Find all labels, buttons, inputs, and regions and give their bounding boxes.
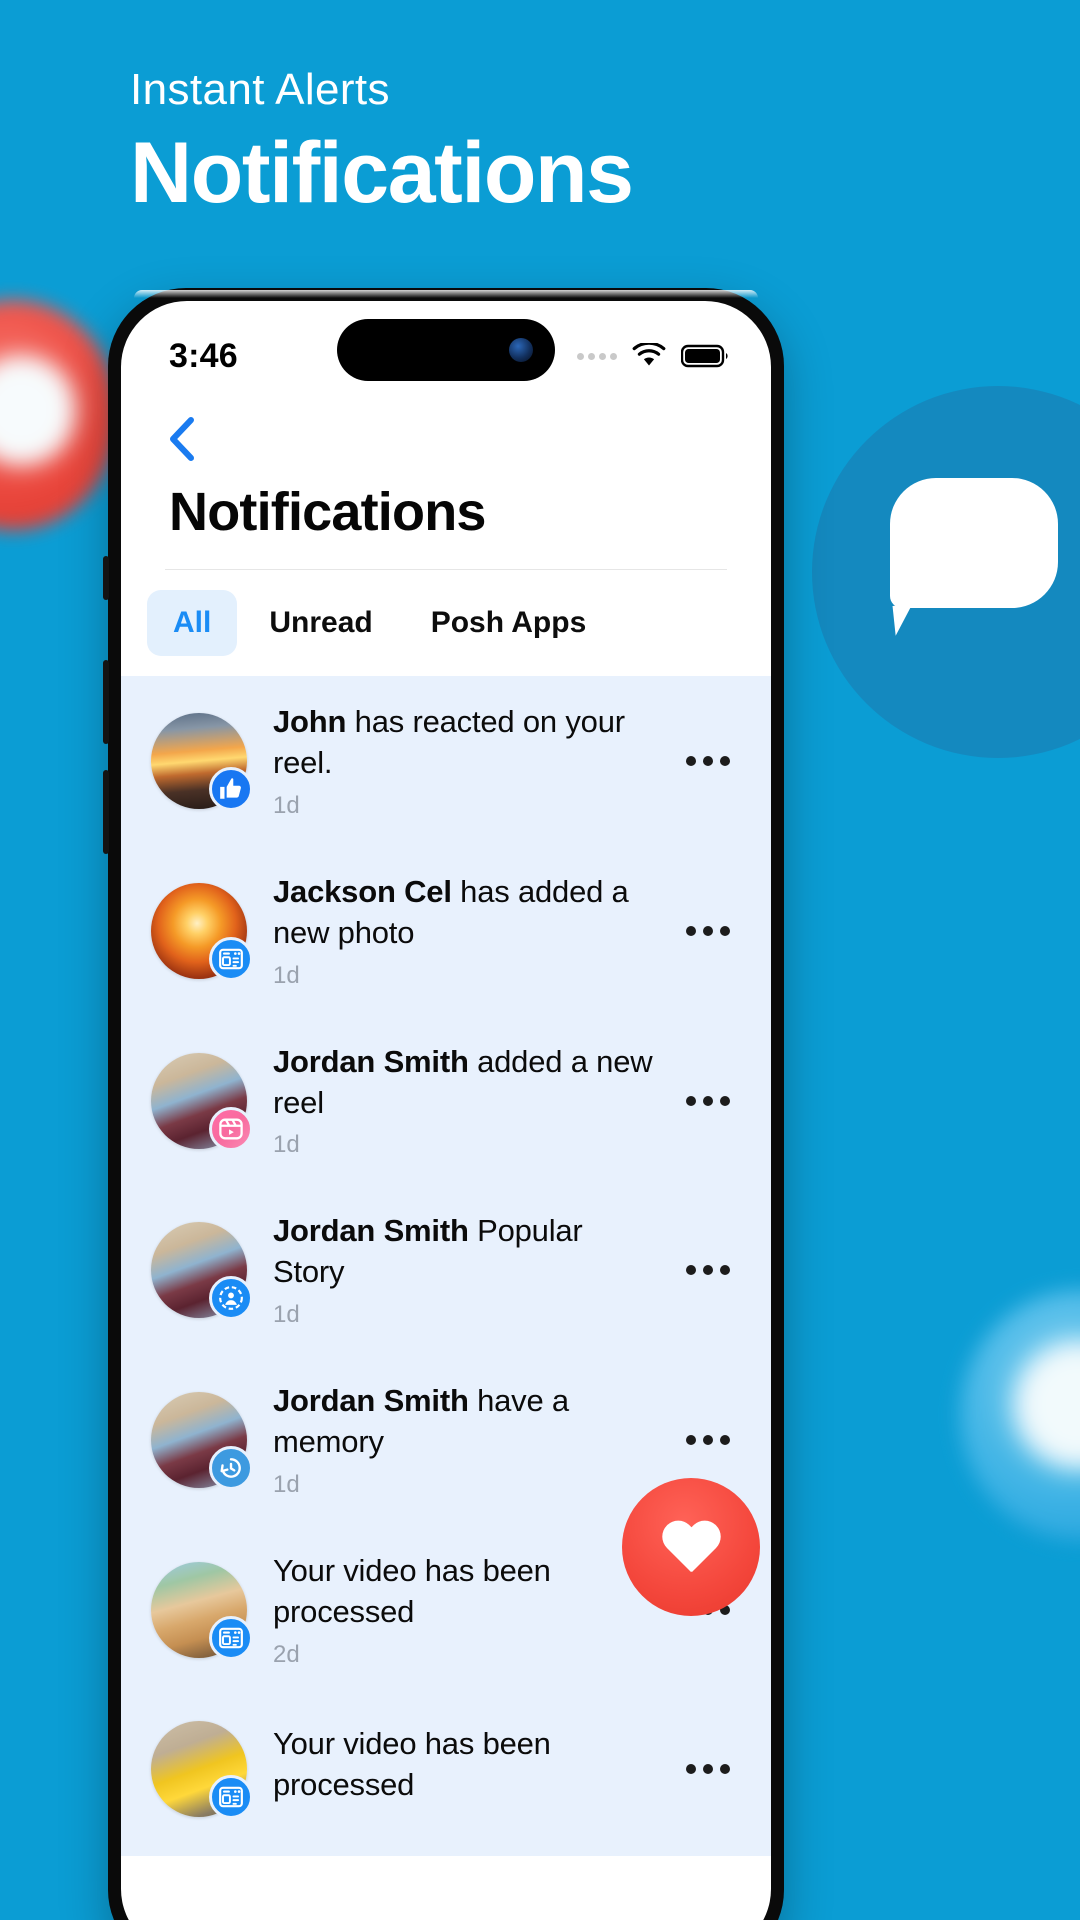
status-indicators bbox=[577, 343, 729, 369]
notification-text: Jackson Cel has added a new photo bbox=[273, 872, 653, 954]
cellular-signal-icon bbox=[577, 352, 617, 360]
tab-posh-apps[interactable]: Posh Apps bbox=[405, 590, 613, 656]
page-icon bbox=[209, 1774, 253, 1819]
more-horizontal-icon[interactable] bbox=[679, 1763, 741, 1774]
phone-volume-up-button[interactable] bbox=[103, 660, 109, 744]
notification-text: Your video has been processed bbox=[273, 1551, 653, 1633]
thumbs-up-icon bbox=[209, 766, 253, 811]
promo-kicker: Instant Alerts bbox=[130, 65, 390, 114]
reels-icon bbox=[209, 1106, 253, 1151]
status-bar: 3:46 bbox=[121, 301, 771, 393]
avatar[interactable] bbox=[151, 882, 253, 981]
notification-actor: Jackson Cel bbox=[273, 873, 452, 909]
avatar[interactable] bbox=[151, 1392, 253, 1491]
notification-actor: John bbox=[273, 704, 347, 739]
notification-action: Your video has been processed bbox=[273, 1553, 551, 1629]
battery-full-icon bbox=[681, 344, 728, 368]
memory-clock-icon bbox=[209, 1446, 253, 1491]
notification-actor: Jordan Smith bbox=[273, 1213, 469, 1249]
page-title: Notifications bbox=[169, 482, 486, 542]
promo-headline: Instant Alerts Notifications bbox=[130, 65, 634, 222]
notification-list[interactable]: John has reacted on your reel. 1d Jackson … bbox=[121, 676, 771, 1856]
like-reaction-blob bbox=[0, 300, 118, 530]
tab-all[interactable]: All bbox=[147, 590, 238, 656]
status-time: 3:46 bbox=[169, 336, 238, 375]
notification-body: Jordan Smith added a new reel 1d bbox=[273, 1042, 653, 1160]
story-avatar-icon bbox=[209, 1276, 253, 1321]
phone-mockup: 3:46 Notifications All Unread Posh Apps … bbox=[103, 288, 784, 1920]
notification-timestamp: 2d bbox=[273, 1640, 300, 1668]
notification-body: Your video has been processed 2d bbox=[273, 1551, 653, 1669]
notification-body: Jordan Smith have a memory 1d bbox=[273, 1381, 653, 1499]
notification-filter-tabs: All Unread Posh Apps bbox=[121, 570, 771, 676]
chevron-left-icon bbox=[170, 417, 194, 461]
chat-bubble-shape bbox=[890, 478, 1058, 608]
more-horizontal-icon[interactable] bbox=[679, 1095, 741, 1106]
avatar[interactable] bbox=[151, 1720, 253, 1819]
phone-silent-switch[interactable] bbox=[103, 556, 109, 600]
notification-text: Jordan Smith Popular Story bbox=[273, 1211, 653, 1293]
promo-title: Notifications bbox=[130, 125, 634, 222]
avatar[interactable] bbox=[151, 1222, 253, 1321]
back-button[interactable] bbox=[165, 415, 205, 461]
notification-timestamp: 1d bbox=[273, 961, 300, 989]
notification-timestamp: 1d bbox=[273, 791, 300, 819]
tab-unread[interactable]: Unread bbox=[243, 590, 398, 656]
notification-action: Your video has been processed bbox=[273, 1725, 551, 1802]
notification-actor: Jordan Smith bbox=[273, 1043, 469, 1079]
notification-row[interactable]: John has reacted on your reel. 1d bbox=[121, 676, 771, 846]
phone-volume-down-button[interactable] bbox=[103, 770, 109, 854]
more-horizontal-icon[interactable] bbox=[679, 1435, 741, 1446]
page-icon bbox=[209, 1615, 253, 1660]
avatar[interactable] bbox=[151, 1561, 253, 1660]
avatar[interactable] bbox=[151, 1052, 253, 1151]
chat-bubble-icon bbox=[812, 386, 1080, 758]
more-horizontal-icon[interactable] bbox=[679, 1265, 741, 1276]
notification-text: Your video has been processed bbox=[273, 1724, 653, 1806]
notification-text: John has reacted on your reel. bbox=[273, 702, 653, 784]
heart-shape bbox=[660, 1522, 722, 1578]
notification-row[interactable]: Jackson Cel has added a new photo 1d bbox=[121, 846, 771, 1016]
notification-body: Jordan Smith Popular Story 1d bbox=[273, 1211, 653, 1329]
notification-body: Jackson Cel has added a new photo 1d bbox=[273, 872, 653, 990]
notification-timestamp: 1d bbox=[273, 1471, 300, 1499]
notification-body: John has reacted on your reel. 1d bbox=[273, 702, 653, 820]
navigation-header: Notifications bbox=[121, 393, 771, 570]
more-horizontal-icon[interactable] bbox=[679, 755, 741, 766]
notification-actor: Jordan Smith bbox=[273, 1383, 469, 1419]
notification-timestamp: 1d bbox=[273, 1301, 300, 1329]
heart-reaction-icon bbox=[622, 1478, 760, 1616]
wifi-icon bbox=[632, 343, 666, 366]
avatar[interactable] bbox=[151, 712, 253, 811]
notification-row[interactable]: Jordan Smith Popular Story 1d bbox=[121, 1185, 771, 1355]
notification-text: Jordan Smith added a new reel bbox=[273, 1042, 653, 1124]
page-icon bbox=[209, 936, 253, 981]
front-camera-icon bbox=[509, 338, 533, 362]
notification-text: Jordan Smith have a memory bbox=[273, 1381, 653, 1463]
notification-row[interactable]: Your video has been processed bbox=[121, 1695, 771, 1843]
phone-screen: 3:46 Notifications All Unread Posh Apps … bbox=[121, 301, 771, 1920]
notification-timestamp: 1d bbox=[273, 1131, 300, 1159]
care-reaction-blob bbox=[960, 1290, 1080, 1540]
dynamic-island bbox=[337, 319, 555, 381]
notification-body: Your video has been processed bbox=[273, 1724, 653, 1814]
more-horizontal-icon[interactable] bbox=[679, 925, 741, 936]
notification-row[interactable]: Jordan Smith added a new reel 1d bbox=[121, 1016, 771, 1186]
